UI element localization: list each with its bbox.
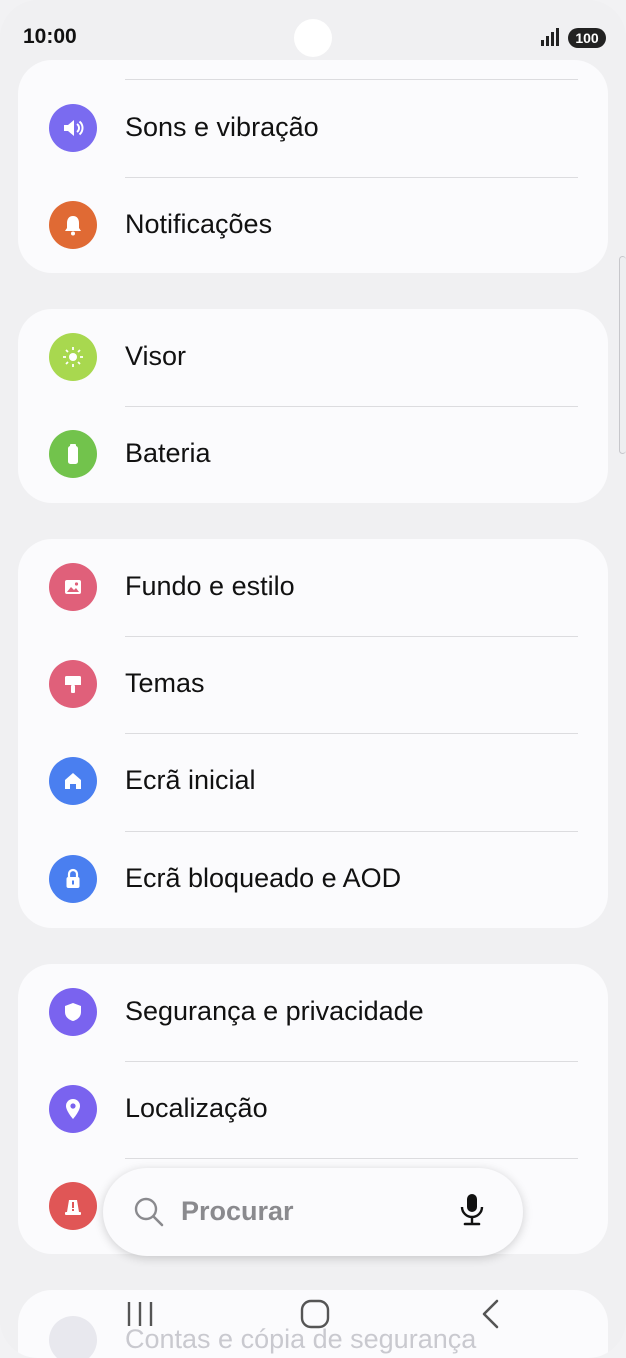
image-icon xyxy=(49,563,97,611)
search-bar[interactable]: Procurar xyxy=(103,1168,523,1256)
settings-item-notifications[interactable]: Notificações xyxy=(18,177,608,273)
settings-item-display[interactable]: Visor xyxy=(18,309,608,406)
settings-item-label: Temas xyxy=(125,668,205,698)
lock-icon xyxy=(49,855,97,903)
settings-item-label: Ecrã bloqueado e AOD xyxy=(125,863,402,893)
search-placeholder: Procurar xyxy=(181,1196,294,1226)
settings-item-label: Visor xyxy=(125,341,187,371)
location-pin-icon xyxy=(49,1085,97,1133)
settings-item-label: Fundo e estilo xyxy=(125,571,295,601)
settings-item-themes[interactable]: Temas xyxy=(18,636,608,733)
settings-item-label: Sons e vibração xyxy=(125,112,319,142)
alert-icon xyxy=(49,1182,97,1230)
scrollbar[interactable] xyxy=(619,256,626,454)
speaker-icon xyxy=(49,104,97,152)
signal-icon xyxy=(541,28,559,46)
settings-group-2: Visor Bateria xyxy=(18,309,608,503)
bell-icon xyxy=(49,201,97,249)
settings-screen: 10:00 100 Sons e vibração Notificações V… xyxy=(0,0,626,1358)
settings-item-label: Ecrã inicial xyxy=(125,765,256,795)
front-camera xyxy=(294,19,332,57)
back-icon[interactable] xyxy=(478,1298,504,1330)
settings-item-label: Notificações xyxy=(125,209,273,239)
microphone-icon[interactable] xyxy=(459,1192,485,1228)
settings-item-sounds[interactable]: Sons e vibração xyxy=(18,80,608,177)
settings-item-label: Localização xyxy=(125,1093,268,1123)
paint-brush-icon xyxy=(49,660,97,708)
home-icon xyxy=(49,757,97,805)
settings-group-1: Sons e vibração Notificações xyxy=(18,60,608,273)
settings-item-label: Segurança e privacidade xyxy=(125,996,424,1026)
settings-item-location[interactable]: Localização xyxy=(18,1061,608,1158)
search-icon xyxy=(134,1197,164,1227)
shield-icon xyxy=(49,988,97,1036)
sun-icon xyxy=(49,333,97,381)
home-button-icon[interactable] xyxy=(299,1298,331,1330)
settings-item-label: Bateria xyxy=(125,438,211,468)
recent-apps-icon[interactable] xyxy=(126,1298,156,1330)
settings-item-security[interactable]: Segurança e privacidade xyxy=(18,964,608,1061)
settings-item-wallpaper[interactable]: Fundo e estilo xyxy=(18,539,608,636)
settings-item-lock-screen[interactable]: Ecrã bloqueado e AOD xyxy=(18,831,608,928)
navigation-bar xyxy=(0,1280,626,1358)
settings-item-battery[interactable]: Bateria xyxy=(18,406,608,503)
battery-icon xyxy=(49,430,97,478)
battery-indicator: 100 xyxy=(568,28,606,48)
settings-group-3: Fundo e estilo Temas Ecrã inicial Ecrã b… xyxy=(18,539,608,928)
status-time: 10:00 xyxy=(23,25,77,48)
settings-item-home-screen[interactable]: Ecrã inicial xyxy=(18,733,608,830)
